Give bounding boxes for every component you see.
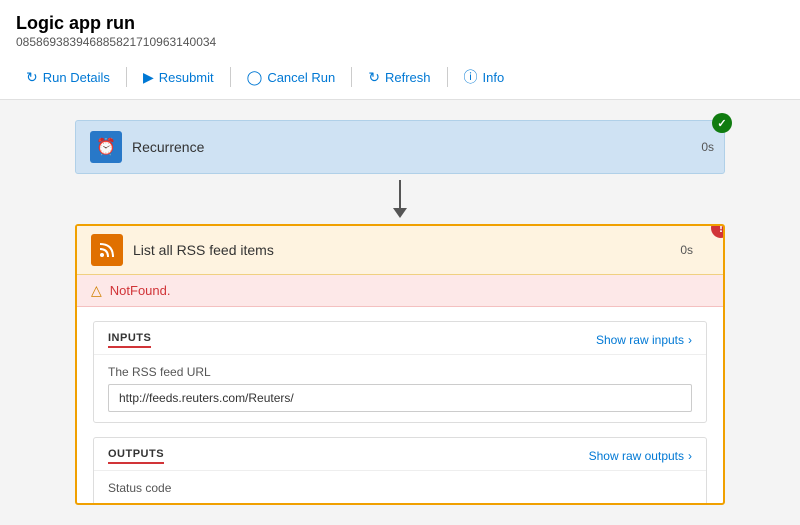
warning-icon: △ — [91, 282, 102, 299]
main-content: ⏰ Recurrence 0s ✓ List all RSS feed — [0, 100, 800, 525]
recurrence-icon: ⏰ — [90, 131, 122, 163]
toolbar-separator-3 — [351, 67, 352, 87]
info-button[interactable]: ⓘ Info — [454, 63, 515, 91]
refresh-button[interactable]: ↻ Refresh — [358, 65, 440, 90]
page-title: Logic app run — [16, 12, 784, 35]
recurrence-duration: 0s — [701, 140, 714, 154]
rss-step-duration: 0s — [680, 243, 693, 257]
page-header: Logic app run 08586938394688582171096314… — [0, 0, 800, 100]
toolbar-separator-4 — [447, 67, 448, 87]
inputs-title: INPUTS — [108, 332, 151, 348]
step-details-body: INPUTS Show raw inputs › The RSS feed UR… — [77, 307, 723, 505]
rss-step-header: List all RSS feed items 0s ! — [77, 226, 723, 275]
feed-url-value: http://feeds.reuters.com/Reuters/ — [108, 384, 692, 412]
success-badge: ✓ — [712, 113, 732, 133]
rss-icon — [91, 234, 123, 266]
toolbar-separator-1 — [126, 67, 127, 87]
info-icon: ⓘ — [464, 67, 478, 87]
error-badge: ! — [711, 224, 725, 238]
resubmit-button[interactable]: ▶ Resubmit — [133, 65, 224, 90]
rss-header-left: List all RSS feed items — [91, 234, 274, 266]
rss-step-block[interactable]: List all RSS feed items 0s ! △ NotFound.… — [75, 224, 725, 505]
cancel-run-button[interactable]: ◯ Cancel Run — [237, 65, 346, 90]
recurrence-label: Recurrence — [132, 139, 204, 155]
arrow-head — [393, 208, 407, 218]
inputs-content: The RSS feed URL http://feeds.reuters.co… — [94, 355, 706, 422]
run-details-button[interactable]: ↻ Run Details — [16, 65, 120, 90]
refresh-icon: ↻ — [368, 69, 380, 86]
recurrence-block[interactable]: ⏰ Recurrence 0s ✓ — [75, 120, 725, 174]
show-raw-inputs-link[interactable]: Show raw inputs › — [596, 333, 692, 347]
inputs-header: INPUTS Show raw inputs › — [94, 322, 706, 355]
resubmit-icon: ▶ — [143, 69, 154, 86]
chevron-right-outputs-icon: › — [688, 449, 692, 463]
rss-step-title: List all RSS feed items — [133, 242, 274, 258]
status-code-label: Status code — [108, 481, 692, 495]
cancel-run-icon: ◯ — [247, 69, 263, 86]
inputs-section: INPUTS Show raw inputs › The RSS feed UR… — [93, 321, 707, 423]
outputs-content: Status code 404 — [94, 471, 706, 505]
chevron-right-icon: › — [688, 333, 692, 347]
outputs-section: OUTPUTS Show raw outputs › Status code 4… — [93, 437, 707, 505]
toolbar: ↻ Run Details ▶ Resubmit ◯ Cancel Run ↻ … — [16, 57, 784, 99]
outputs-header: OUTPUTS Show raw outputs › — [94, 438, 706, 471]
outputs-title: OUTPUTS — [108, 448, 164, 464]
feed-url-label: The RSS feed URL — [108, 365, 692, 379]
error-message: NotFound. — [110, 283, 171, 298]
run-id: 085869383946885821710963140034 — [16, 35, 784, 49]
recurrence-inner: ⏰ Recurrence — [76, 121, 701, 173]
error-row: △ NotFound. — [77, 275, 723, 307]
connector-arrow — [393, 180, 407, 218]
status-code-value: 404 — [108, 500, 692, 505]
show-raw-outputs-link[interactable]: Show raw outputs › — [589, 449, 692, 463]
arrow-line — [399, 180, 401, 208]
toolbar-separator-2 — [230, 67, 231, 87]
run-details-icon: ↻ — [26, 69, 38, 86]
